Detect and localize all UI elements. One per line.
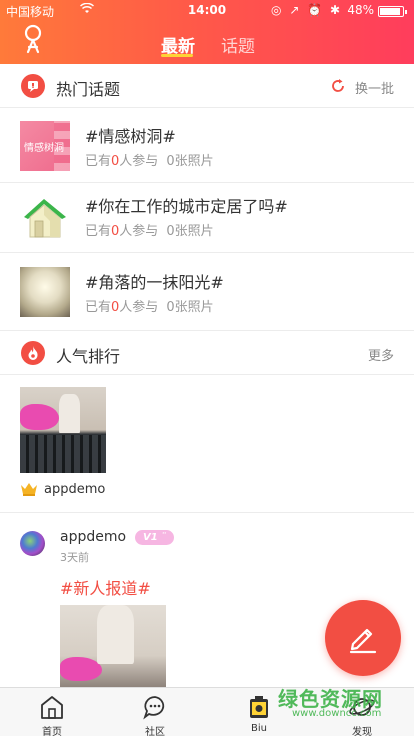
refresh-icon[interactable] bbox=[330, 78, 346, 94]
compose-button[interactable] bbox=[325, 600, 401, 676]
post-username[interactable]: appdemo bbox=[60, 529, 126, 545]
change-batch-button[interactable]: 换一批 bbox=[355, 78, 394, 97]
topic-title: #情感树洞# bbox=[85, 127, 176, 146]
active-tab-indicator bbox=[161, 54, 193, 57]
crown-icon bbox=[20, 481, 38, 497]
post-time: 3天前 bbox=[60, 551, 89, 564]
vip-badge: V1 ¨ bbox=[135, 530, 175, 545]
topic-meta: 已有0人参与 0张照片 bbox=[85, 224, 214, 239]
nav-community[interactable]: 社区 bbox=[115, 688, 195, 736]
app-header: 中国移动 14:00 ◎ ↗ ⏰ ✱ 48% 最新 话题 bbox=[0, 0, 414, 64]
hot-topics-header: 热门话题 换一批 bbox=[0, 64, 414, 108]
post-image[interactable] bbox=[60, 605, 166, 689]
topic-meta: 已有0人参与 0张照片 bbox=[85, 300, 214, 315]
section-title: 热门话题 bbox=[56, 80, 121, 99]
battery-percent: 48% bbox=[347, 3, 374, 17]
topic-meta: 已有0人参与 0张照片 bbox=[85, 154, 214, 169]
house-icon bbox=[20, 191, 70, 241]
fire-icon bbox=[21, 341, 45, 365]
divider bbox=[0, 252, 414, 253]
home-icon bbox=[41, 696, 63, 719]
chat-icon bbox=[21, 74, 45, 98]
avatar[interactable] bbox=[20, 531, 45, 556]
topic-thumbnail bbox=[20, 267, 70, 317]
topic-item[interactable]: #你在工作的城市定居了吗# 已有0人参与 0张照片 bbox=[0, 183, 414, 249]
camera-icon bbox=[250, 696, 268, 718]
status-bar: 中国移动 14:00 ◎ ↗ ⏰ ✱ 48% bbox=[0, 0, 414, 20]
topic-item[interactable]: 情感树洞 #情感树洞# 已有0人参与 0张照片 bbox=[0, 113, 414, 179]
section-title: 人气排行 bbox=[56, 347, 121, 366]
tab-topics[interactable]: 话题 bbox=[221, 32, 255, 57]
more-button[interactable]: 更多 bbox=[368, 345, 394, 364]
topic-title: #角落的一抹阳光# bbox=[85, 273, 224, 292]
ranking-photo[interactable] bbox=[20, 387, 106, 473]
divider bbox=[0, 512, 414, 513]
post-topic-tag[interactable]: #新人报道# bbox=[60, 575, 151, 599]
nav-label: 社区 bbox=[145, 727, 165, 736]
nav-label: Biu bbox=[251, 723, 267, 734]
speech-bubble-icon bbox=[143, 696, 165, 720]
topic-thumbnail: 情感树洞 bbox=[20, 121, 70, 171]
pencil-icon bbox=[349, 628, 377, 654]
watermark-url: www.downcc.com bbox=[292, 708, 382, 719]
nav-home[interactable]: 首页 bbox=[12, 688, 92, 736]
status-icons: ◎ ↗ ⏰ ✱ bbox=[271, 3, 342, 17]
ranking-username[interactable]: appdemo bbox=[44, 482, 105, 497]
top-tabs: 最新 话题 bbox=[0, 28, 414, 64]
ranking-header: 人气排行 更多 bbox=[0, 331, 414, 375]
battery-icon bbox=[378, 6, 407, 17]
topic-item[interactable]: #角落的一抹阳光# 已有0人参与 0张照片 bbox=[0, 259, 414, 325]
topic-title: #你在工作的城市定居了吗# bbox=[85, 197, 288, 216]
nav-label: 发现 bbox=[352, 727, 372, 736]
nav-label: 首页 bbox=[42, 727, 62, 736]
